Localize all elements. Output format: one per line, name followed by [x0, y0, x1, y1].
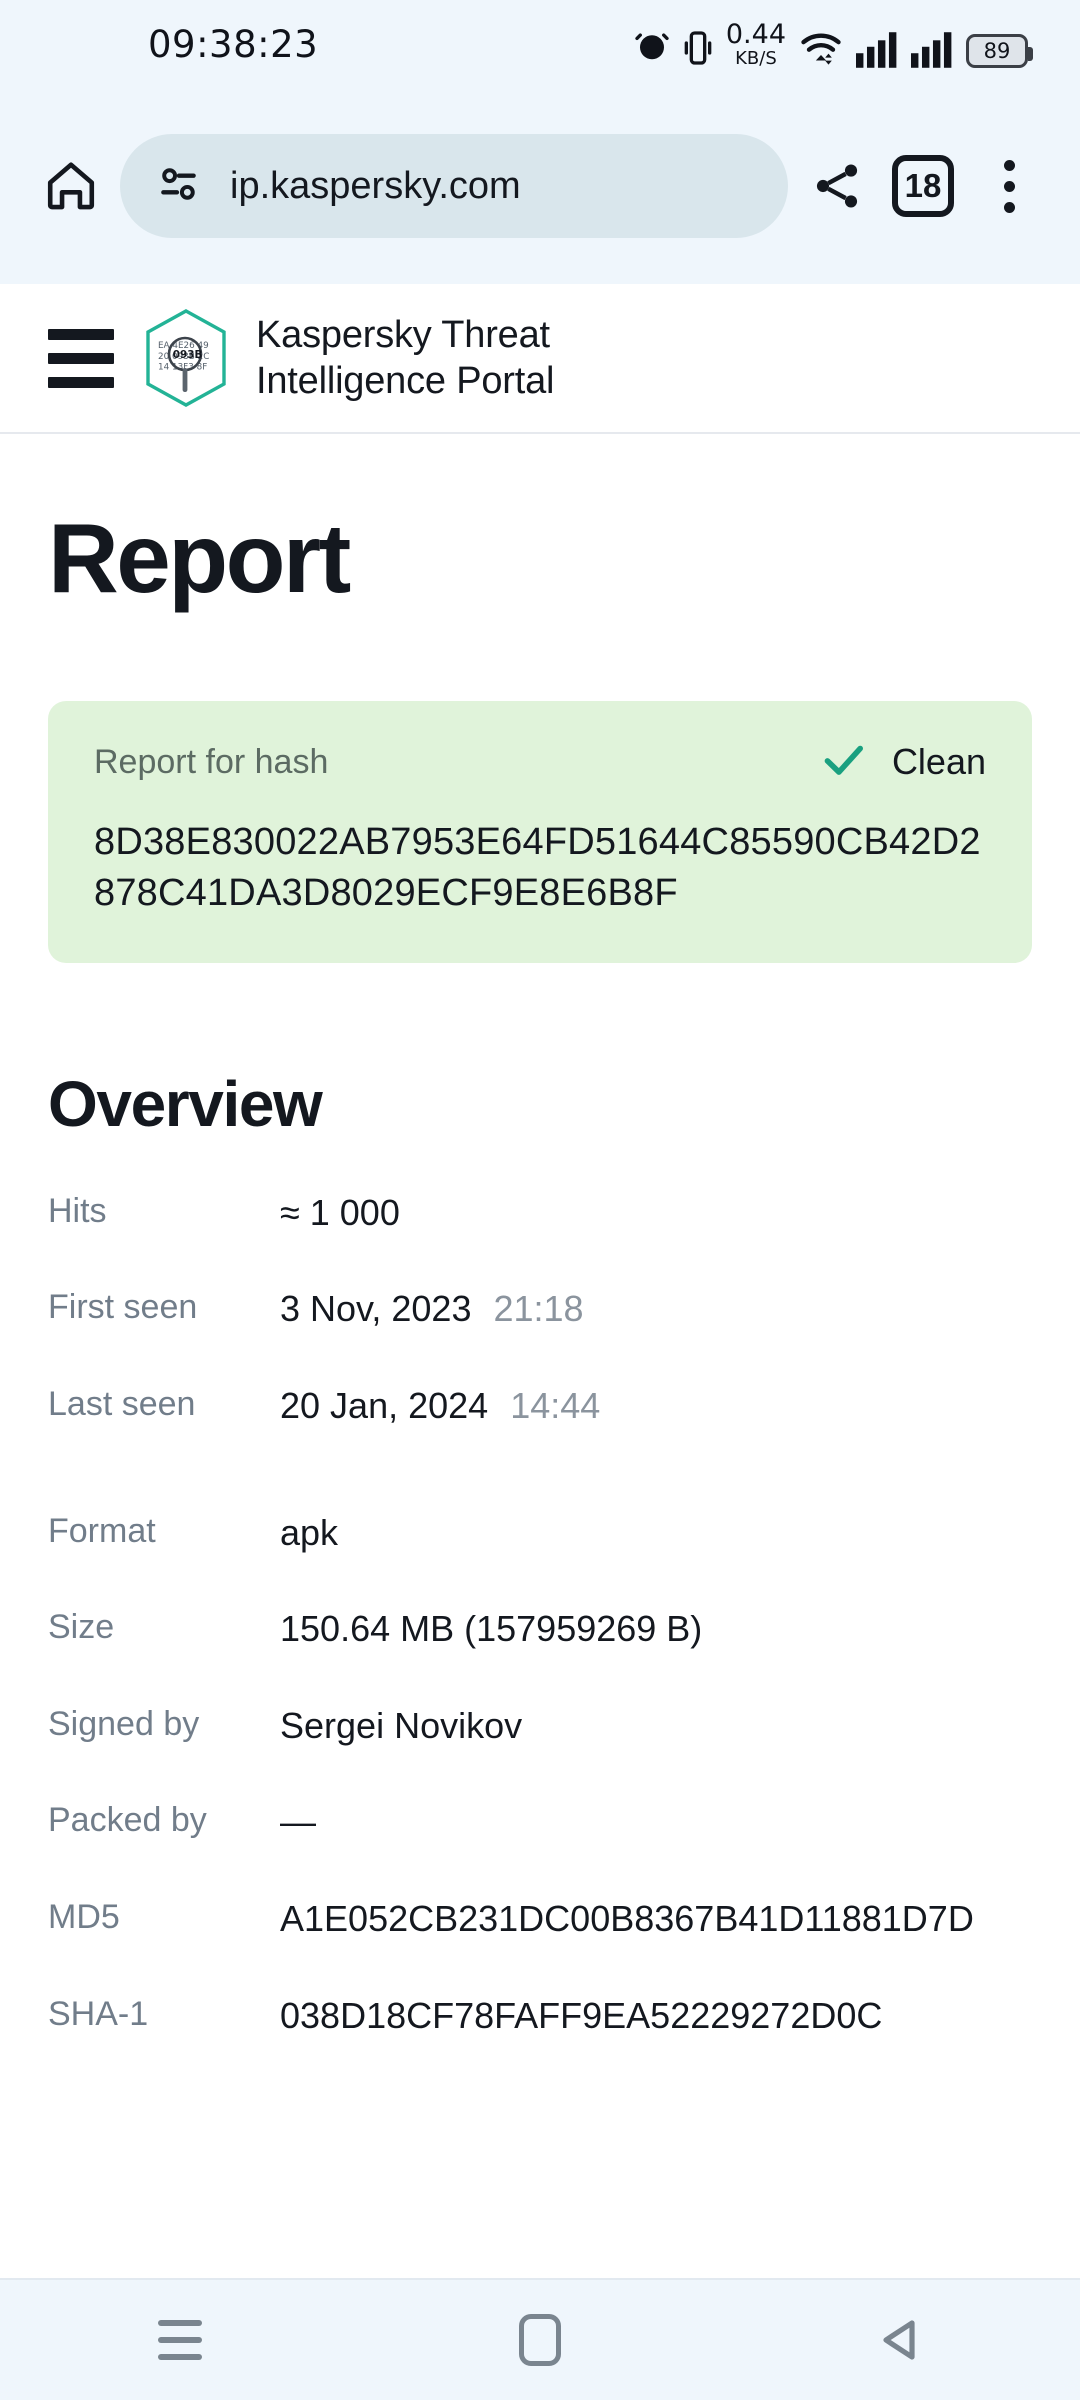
hash-value[interactable]: 8D38E830022AB7953E64FD51644C85590CB42D28… [94, 817, 986, 919]
back-button[interactable] [825, 2279, 975, 2400]
wifi-icon [799, 28, 843, 68]
status-clock: 09:38:23 [148, 22, 319, 66]
field-value[interactable]: 038D18CF78FAFF9EA52229272D0C [280, 1992, 1032, 2041]
network-speed-unit: KB/S [735, 47, 777, 69]
home-icon[interactable] [519, 2314, 561, 2366]
field-value: ≈ 1 000 [280, 1189, 1032, 1238]
check-icon [822, 742, 866, 783]
field-key: Size [48, 1608, 115, 1647]
home-icon [47, 162, 95, 210]
field-value-main: 20 Jan, 2024 [280, 1385, 489, 1426]
menu-icon[interactable] [48, 328, 114, 388]
browser-toolbar: ip.kaspersky.com 18 [0, 88, 1080, 284]
overview-file-list: Format apk Size 150.64 MB (157959269 B) … [48, 1509, 1032, 2041]
list-item: SHA-1 038D18CF78FAFF9EA52229272D0C [48, 1992, 1032, 2041]
field-key: Packed by [48, 1801, 207, 1840]
field-value-time: 14:44 [510, 1385, 601, 1426]
signal-icon [911, 31, 953, 68]
share-icon [816, 164, 858, 208]
site-title-line1: Kaspersky Threat [256, 313, 550, 356]
field-key: Format [48, 1511, 156, 1550]
list-item: Format apk [48, 1509, 1032, 1558]
site-title: Kaspersky Threat Intelligence Portal [256, 312, 554, 405]
recents-button[interactable] [105, 2279, 255, 2400]
field-key: Last seen [48, 1385, 196, 1423]
field-key: Hits [48, 1191, 107, 1230]
field-value-main: 3 Nov, 2023 [280, 1288, 472, 1330]
list-item: First seen 3 Nov, 2023 21:18 [48, 1285, 1032, 1334]
status-badge: Clean [822, 741, 986, 783]
web-page-viewport: EA 4E26 49 20 093B 2C 14 13F3 8F 093B Ka… [0, 284, 1080, 2278]
network-speed-value: 0.44 [725, 18, 786, 50]
field-value: 20 Jan, 2024 14:44 [280, 1382, 1032, 1431]
verdict-card: Report for hash Clean 8D38E830022AB7953E… [48, 701, 1032, 963]
status-bar: 09:38:23 0.44 KB/S 89 [0, 0, 1080, 88]
vibrate-icon [683, 28, 713, 68]
field-value[interactable]: A1E052CB231DC00B8367B41D11881D7D [280, 1895, 1032, 1944]
kaspersky-logo-icon[interactable]: EA 4E26 49 20 093B 2C 14 13F3 8F 093B [142, 308, 230, 408]
site-settings-icon[interactable] [154, 159, 204, 214]
url-text[interactable]: ip.kaspersky.com [230, 165, 521, 208]
verdict-label: Report for hash [94, 742, 329, 781]
field-value: Sergei Novikov [280, 1704, 523, 1746]
list-item: MD5 A1E052CB231DC00B8367B41D11881D7D [48, 1895, 1032, 1944]
android-navigation-bar [0, 2278, 1080, 2400]
field-value: apk [280, 1511, 339, 1553]
list-item: Size 150.64 MB (157959269 B) [48, 1605, 1032, 1654]
overview-primary-list: Hits ≈ 1 000 First seen 3 Nov, 2023 21:1… [48, 1189, 1032, 1431]
field-key: Signed by [48, 1704, 200, 1743]
field-key: MD5 [48, 1897, 120, 1936]
field-value: — [280, 1801, 316, 1843]
verdict-status-text: Clean [891, 741, 986, 782]
list-item: Signed by Sergei Novikov [48, 1702, 1032, 1751]
tab-count[interactable]: 18 [892, 155, 954, 217]
list-item: Packed by — [48, 1798, 1032, 1847]
share-button[interactable] [794, 143, 880, 229]
battery-level: 89 [983, 38, 1011, 63]
page-content: Report Report for hash Clean 8D38E830022… [0, 502, 1080, 2040]
site-header: EA 4E26 49 20 093B 2C 14 13F3 8F 093B Ka… [0, 284, 1080, 434]
field-key: SHA-1 [48, 1994, 149, 2033]
address-bar[interactable]: ip.kaspersky.com [120, 134, 788, 238]
battery-icon: 89 [966, 33, 1033, 68]
page-title: Report [48, 503, 351, 613]
svg-text:093B: 093B [173, 349, 203, 361]
recents-icon[interactable] [158, 2320, 202, 2360]
list-item: Hits ≈ 1 000 [48, 1189, 1032, 1238]
network-speed-indicator: 0.44 KB/S [726, 21, 786, 68]
field-key: First seen [48, 1288, 198, 1327]
alarm-icon [634, 28, 670, 68]
tab-switcher-button[interactable]: 18 [880, 143, 966, 229]
back-icon [883, 2320, 915, 2360]
section-title-overview: Overview [48, 1067, 323, 1140]
home-button[interactable] [465, 2279, 615, 2400]
list-item: Last seen 20 Jan, 2024 14:44 [48, 1382, 1032, 1431]
overflow-menu-icon[interactable] [1003, 159, 1015, 213]
home-button[interactable] [28, 143, 114, 229]
site-title-line2: Intelligence Portal [256, 360, 555, 402]
field-value-main: ≈ 1 000 [280, 1191, 400, 1233]
overflow-menu-button[interactable] [966, 143, 1052, 229]
field-value: 150.64 MB (157959269 B) [280, 1608, 703, 1650]
signal-icon [856, 31, 898, 68]
field-value: 3 Nov, 2023 21:18 [280, 1285, 1032, 1334]
field-value-time: 21:18 [493, 1288, 584, 1330]
verdict-header: Report for hash Clean [94, 741, 986, 783]
status-icons: 0.44 KB/S 89 [634, 21, 1033, 68]
